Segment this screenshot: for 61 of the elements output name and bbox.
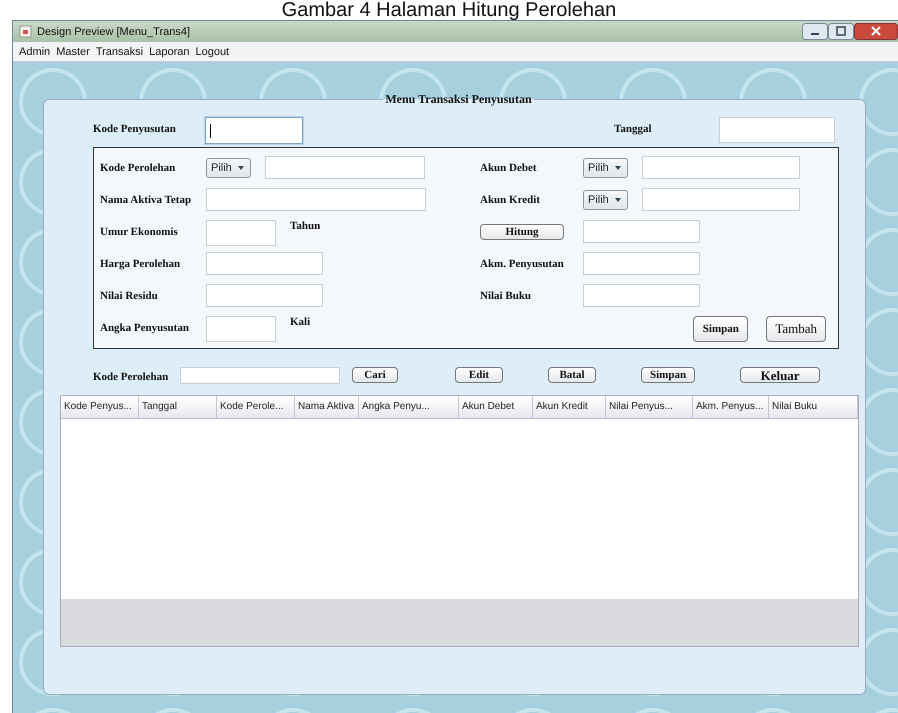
dropdown[interactable]: Pilih — [583, 158, 628, 178]
menu-item[interactable]: Logout — [195, 46, 230, 58]
figure-caption: Gambar 4 Halaman Hitung Perolehan — [280, 0, 618, 20]
unit-label: Kali — [290, 316, 310, 328]
text-field[interactable] — [206, 316, 276, 342]
text-field[interactable] — [642, 156, 800, 179]
text-field[interactable] — [206, 220, 276, 246]
menu-item[interactable]: Admin — [19, 46, 50, 58]
text-field[interactable] — [206, 284, 323, 307]
action-button[interactable]: Batal — [548, 367, 596, 383]
menu-item[interactable]: Laporan — [149, 46, 190, 58]
maximize-icon[interactable] — [828, 23, 854, 40]
search-button[interactable]: Cari — [352, 367, 398, 383]
dropdown[interactable]: Pilih — [583, 190, 628, 210]
field-label: Nama Aktiva Tetap — [100, 194, 192, 206]
field-label: Nilai Buku — [480, 290, 532, 302]
field-label: Nilai Residu — [100, 290, 158, 302]
text-field[interactable] — [583, 284, 700, 307]
field-label: Akun Debet — [480, 162, 537, 174]
column-header[interactable]: Akm. Penyus... — [693, 396, 769, 418]
column-header[interactable]: Nilai Buku — [769, 396, 858, 418]
calculate-button[interactable]: Hitung — [480, 224, 564, 240]
field-label: Akun Kredit — [480, 194, 540, 206]
text-field[interactable] — [583, 252, 700, 275]
field-label: Kode Penyusutan — [93, 123, 176, 135]
minimize-icon[interactable] — [802, 23, 828, 40]
column-header[interactable]: Akun Debet — [459, 396, 533, 418]
text-field[interactable] — [265, 156, 425, 179]
text-field[interactable] — [205, 117, 303, 144]
text-field[interactable] — [206, 188, 426, 211]
panel-title: Menu Transaksi Penyusutan — [384, 92, 533, 107]
menu-item[interactable]: Transaksi — [96, 46, 144, 58]
action-button[interactable]: Edit — [455, 367, 503, 383]
column-header[interactable]: Kode Perole... — [217, 396, 295, 418]
search-field[interactable] — [180, 366, 340, 384]
text-field[interactable] — [719, 117, 835, 143]
field-label: Akm. Penyusutan — [480, 258, 564, 270]
window-title: Design Preview [Menu_Trans4] — [37, 26, 190, 38]
column-header[interactable]: Kode Penyus... — [61, 396, 139, 418]
field-label: Kode Perolehan — [93, 371, 168, 383]
text-field[interactable] — [206, 252, 323, 275]
text-field[interactable] — [642, 188, 800, 211]
field-label: Kode Perolehan — [100, 162, 176, 174]
column-header[interactable]: Akun Kredit — [533, 396, 606, 418]
column-header[interactable]: Angka Penyu... — [359, 396, 459, 418]
unit-label: Tahun — [290, 220, 320, 232]
field-label: Harga Perolehan — [100, 258, 180, 270]
column-header[interactable]: Tanggal — [139, 396, 217, 418]
form-button[interactable]: Simpan — [693, 316, 748, 342]
form-button[interactable]: Tambah — [766, 316, 826, 342]
field-label: Angka Penyusutan — [100, 322, 189, 334]
menu-item[interactable]: Master — [56, 46, 90, 58]
action-button[interactable]: Simpan — [641, 367, 696, 383]
field-label: Tanggal — [614, 123, 652, 135]
text-field[interactable] — [583, 220, 700, 243]
close-icon[interactable] — [854, 23, 898, 40]
column-header[interactable]: Nama Aktiva — [295, 396, 359, 418]
column-header[interactable]: Nilai Penyus... — [606, 396, 693, 418]
dropdown[interactable]: Pilih — [206, 158, 251, 178]
action-button[interactable]: Keluar — [740, 367, 820, 383]
field-label: Umur Ekonomis — [100, 226, 178, 238]
